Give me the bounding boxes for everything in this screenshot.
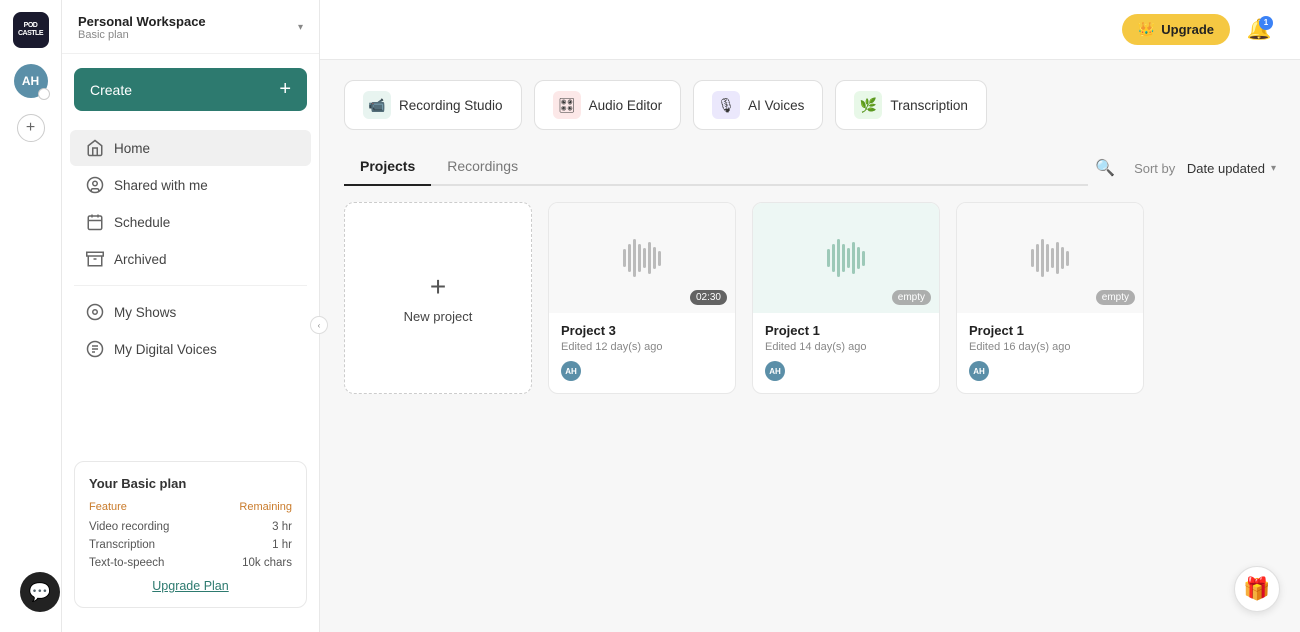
upgrade-button[interactable]: 👑 Upgrade [1122, 14, 1230, 45]
project-title: Project 1 [969, 323, 1131, 338]
plan-row-video: Video recording 3 hr [89, 521, 292, 533]
project-badge: empty [1096, 290, 1135, 305]
project-card-project3[interactable]: 02:30 Project 3 Edited 12 day(s) ago AH [548, 202, 736, 394]
top-bar-right: 👑 Upgrade 🔔 1 [1122, 13, 1276, 47]
waveform-icon [1031, 238, 1069, 278]
upgrade-plan-link[interactable]: Upgrade Plan [89, 579, 292, 593]
sidebar-item-home[interactable]: Home [70, 130, 311, 166]
project-card-project1b[interactable]: empty Project 1 Edited 16 day(s) ago AH [956, 202, 1144, 394]
plan-section: Your Basic plan Feature Remaining Video … [62, 449, 319, 620]
avatar: AH [561, 361, 581, 381]
sidebar-item-myshows[interactable]: My Shows [70, 294, 311, 330]
plan-title: Your Basic plan [89, 476, 292, 491]
quick-actions: 📹 Recording Studio 🎛 Audio Editor 🎙 AI V… [344, 80, 1276, 130]
projects-grid: + New project 02:30 [344, 202, 1276, 394]
sidebar-item-schedule[interactable]: Schedule [70, 204, 311, 240]
tabs: Projects Recordings [344, 150, 1088, 186]
workspace-header[interactable]: Personal Workspace Basic plan ▾ [62, 0, 319, 54]
project-card-project1a[interactable]: empty Project 1 Edited 14 day(s) ago AH [752, 202, 940, 394]
new-project-label: New project [404, 309, 473, 324]
project-info: Project 1 Edited 16 day(s) ago AH [957, 313, 1143, 393]
transcription-icon: 🌿 [854, 91, 882, 119]
project-subtitle: Edited 14 day(s) ago [765, 341, 927, 353]
avatar[interactable]: AH [14, 64, 48, 98]
tabs-bar: Projects Recordings 🔍 Sort by Date updat… [344, 150, 1276, 186]
app-logo: PODCASTLE [13, 12, 49, 48]
project-badge: empty [892, 290, 931, 305]
sidebar-item-digitalvoices[interactable]: My Digital Voices [70, 331, 311, 367]
sidebar: Personal Workspace Basic plan ▾ Create +… [62, 0, 320, 632]
recording-studio-button[interactable]: 📹 Recording Studio [344, 80, 522, 130]
create-button[interactable]: Create + [74, 68, 307, 111]
search-button[interactable]: 🔍 [1088, 151, 1122, 185]
new-project-card[interactable]: + New project [344, 202, 532, 394]
main-content: 👑 Upgrade 🔔 1 📹 Recording Studio 🎛 Audio… [320, 0, 1300, 632]
project-badge: 02:30 [690, 290, 727, 305]
waveform-icon [827, 238, 865, 278]
audio-editor-button[interactable]: 🎛 Audio Editor [534, 80, 682, 130]
recording-studio-icon: 📹 [363, 91, 391, 119]
ai-voices-icon: 🎙 [712, 91, 740, 119]
project-thumbnail: 02:30 [549, 203, 735, 313]
plan-row-transcription: Transcription 1 hr [89, 539, 292, 551]
chevron-down-icon: ▾ [1271, 163, 1276, 174]
audio-editor-icon: 🎛 [553, 91, 581, 119]
project-title: Project 1 [765, 323, 927, 338]
top-bar: 👑 Upgrade 🔔 1 [320, 0, 1300, 60]
plus-icon: + [279, 78, 291, 101]
project-subtitle: Edited 16 day(s) ago [969, 341, 1131, 353]
plan-table-header: Feature Remaining [89, 501, 292, 513]
project-thumbnail: empty [957, 203, 1143, 313]
transcription-button[interactable]: 🌿 Transcription [835, 80, 987, 130]
plan-row-tts: Text-to-speech 10k chars [89, 557, 292, 569]
notification-badge: 1 [1259, 16, 1273, 30]
divider [74, 285, 307, 286]
chat-button[interactable]: 💬 [20, 572, 60, 612]
basic-plan-card: Your Basic plan Feature Remaining Video … [74, 461, 307, 608]
project-thumbnail: empty [753, 203, 939, 313]
sidebar-item-archived[interactable]: Archived [70, 241, 311, 277]
workspace-name: Personal Workspace [78, 14, 292, 29]
content-area: 📹 Recording Studio 🎛 Audio Editor 🎙 AI V… [320, 60, 1300, 632]
notification-button[interactable]: 🔔 1 [1242, 13, 1276, 47]
gift-button[interactable]: 🎁 [1234, 566, 1280, 612]
project-info: Project 1 Edited 14 day(s) ago AH [753, 313, 939, 393]
plus-icon: + [430, 273, 446, 301]
nav-items: Home Shared with me Schedule Archived My… [62, 121, 319, 449]
tab-recordings[interactable]: Recordings [431, 150, 534, 186]
crown-icon: 👑 [1138, 21, 1155, 38]
project-title: Project 3 [561, 323, 723, 338]
tab-projects[interactable]: Projects [344, 150, 431, 186]
waveform-icon [623, 238, 661, 278]
collapse-sidebar-button[interactable]: ‹ [310, 316, 328, 334]
project-subtitle: Edited 12 day(s) ago [561, 341, 723, 353]
ai-voices-button[interactable]: 🎙 AI Voices [693, 80, 823, 130]
avatar: AH [969, 361, 989, 381]
tabs-right: 🔍 Sort by Date updated ▾ [1088, 151, 1276, 185]
sort-by[interactable]: Sort by Date updated ▾ [1134, 161, 1276, 176]
workspace-plan: Basic plan [78, 29, 292, 41]
project-info: Project 3 Edited 12 day(s) ago AH [549, 313, 735, 393]
chevron-down-icon: ▾ [298, 22, 303, 33]
left-bar: PODCASTLE AH + [0, 0, 62, 632]
avatar: AH [765, 361, 785, 381]
add-workspace-button[interactable]: + [17, 114, 45, 142]
sidebar-item-shared[interactable]: Shared with me [70, 167, 311, 203]
